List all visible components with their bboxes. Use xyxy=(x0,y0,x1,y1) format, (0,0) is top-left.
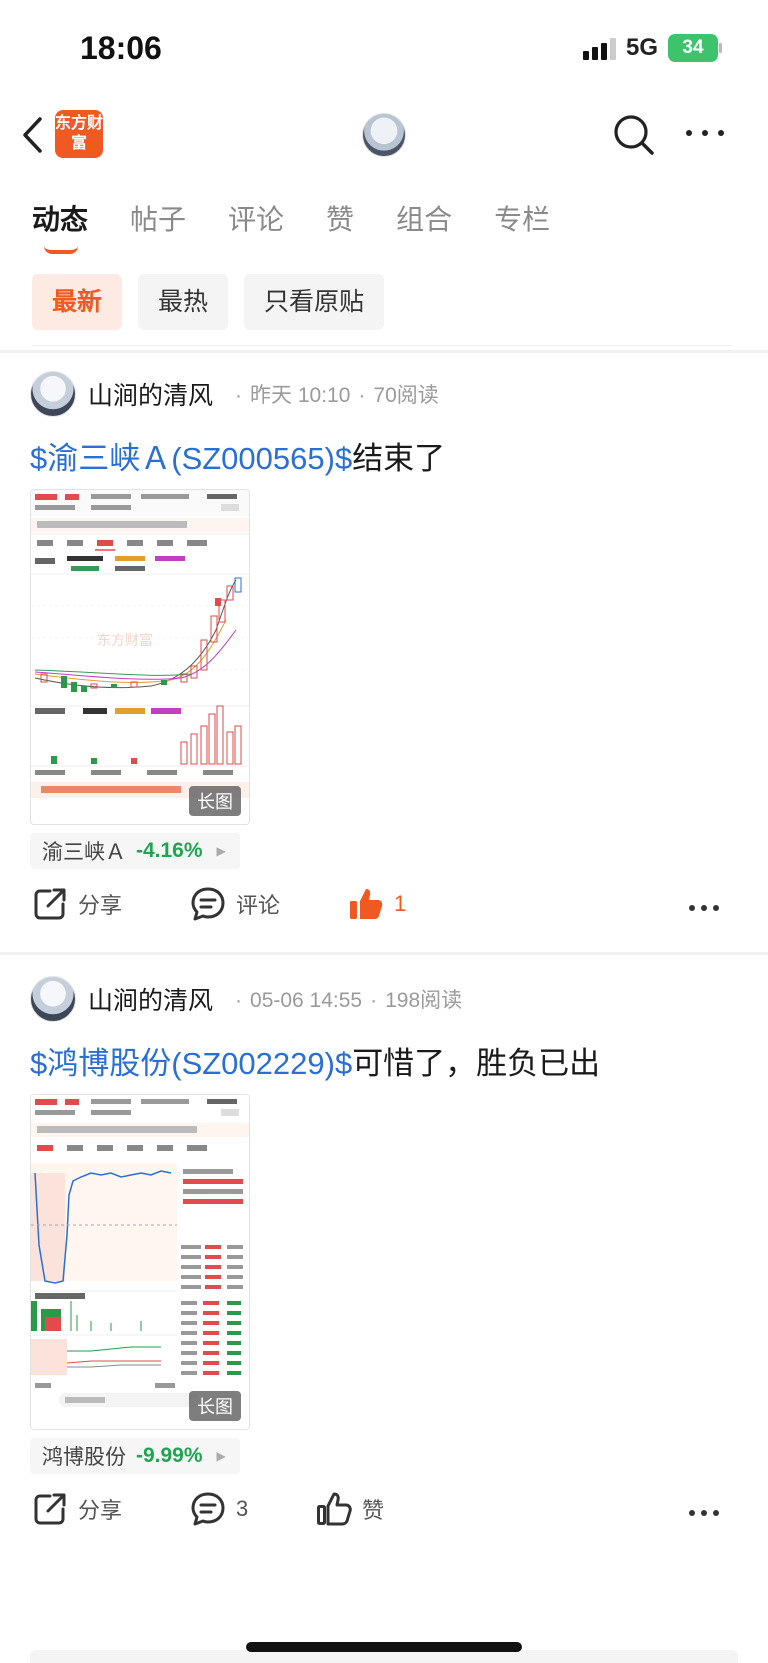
intraday-chart-thumbnail xyxy=(31,1095,249,1429)
stock-name: 渝三峡Ａ xyxy=(42,841,126,864)
post-meta: · 05-06 14:55 · 198阅读 xyxy=(235,989,463,1012)
share-button[interactable]: 分享 xyxy=(32,1491,122,1527)
status-indicators: 5G 34 xyxy=(582,34,722,62)
more-options-icon[interactable] xyxy=(688,904,720,912)
chevron-right-icon: ▶ xyxy=(216,1449,226,1463)
filter-latest[interactable]: 最新 xyxy=(32,274,123,330)
battery-icon: 34 xyxy=(668,34,722,62)
stock-tag-link[interactable]: $渝三峡Ａ(SZ000565)$ xyxy=(30,441,352,476)
share-icon xyxy=(34,888,66,920)
share-label: 分享 xyxy=(78,1498,123,1523)
thumbs-up-icon xyxy=(350,889,383,919)
post-actions: 分享 评论 1 xyxy=(0,886,768,936)
read-count: 198阅读 xyxy=(385,989,463,1012)
tab-posts[interactable]: 帖子 xyxy=(130,198,186,238)
home-indicator[interactable] xyxy=(246,1642,522,1652)
post-text: 结束了 xyxy=(352,441,446,476)
signal-icon xyxy=(582,36,616,60)
post-image[interactable]: 长图 xyxy=(30,1094,250,1430)
post-time: 05-06 14:55 xyxy=(250,989,363,1012)
post-title[interactable]: $渝三峡Ａ(SZ000565)$结束了 xyxy=(30,433,445,478)
avatar[interactable] xyxy=(30,371,76,417)
network-type: 5G xyxy=(625,34,658,61)
comment-button[interactable]: 评论 xyxy=(190,886,280,922)
back-icon[interactable] xyxy=(20,115,46,155)
profile-avatar[interactable] xyxy=(362,113,406,157)
post-actions: 分享 3 赞 xyxy=(0,1491,768,1541)
comment-label: 评论 xyxy=(236,893,281,918)
search-icon[interactable] xyxy=(612,113,656,157)
share-icon xyxy=(34,1493,66,1525)
long-image-badge: 长图 xyxy=(189,786,241,816)
like-count: 1 xyxy=(394,891,407,916)
nav-bar: 东方财富 xyxy=(0,105,768,165)
divider xyxy=(0,952,768,955)
like-label: 赞 xyxy=(362,1498,385,1523)
post-title[interactable]: $鸿博股份(SZ002229)$可惜了，胜负已出 xyxy=(30,1038,600,1083)
post-text: 可惜了，胜负已出 xyxy=(352,1046,601,1081)
stock-change: -4.16% xyxy=(136,839,203,862)
kline-chart-thumbnail: 东方财富 xyxy=(31,490,249,824)
author-name[interactable]: 山涧的清风 xyxy=(88,376,213,412)
status-bar: 18:06 5G 34 xyxy=(0,0,768,100)
comment-icon xyxy=(191,1492,225,1526)
more-icon[interactable] xyxy=(683,123,727,143)
filter-bar: 最新 最热 只看原贴 xyxy=(32,274,385,330)
like-button[interactable]: 1 xyxy=(348,886,406,922)
stock-change: -9.99% xyxy=(136,1444,203,1467)
tab-portfolio[interactable]: 组合 xyxy=(396,198,452,238)
post-header: 山涧的清风 · 05-06 14:55 · 198阅读 xyxy=(30,976,462,1022)
tab-likes[interactable]: 赞 xyxy=(326,198,354,238)
tab-comments[interactable]: 评论 xyxy=(228,198,284,238)
author-name[interactable]: 山涧的清风 xyxy=(88,981,213,1017)
post-card[interactable]: 山涧的清风 · 05-06 14:55 · 198阅读 $鸿博股份(SZ002229)… xyxy=(0,976,768,1576)
read-count: 70阅读 xyxy=(373,384,439,407)
comment-count: 3 xyxy=(236,1496,249,1521)
status-time: 18:06 xyxy=(80,30,162,66)
avatar[interactable] xyxy=(30,976,76,1022)
chevron-right-icon: ▶ xyxy=(216,844,226,858)
filter-hottest[interactable]: 最热 xyxy=(138,274,229,330)
stock-chip[interactable]: 鸿博股份 -9.99% ▶ xyxy=(30,1438,240,1474)
tab-column[interactable]: 专栏 xyxy=(494,198,550,238)
post-meta: · 昨天 10:10 · 70阅读 xyxy=(235,384,439,407)
comment-icon xyxy=(191,887,225,921)
post-time: 昨天 10:10 xyxy=(250,384,351,407)
long-image-badge: 长图 xyxy=(189,1391,241,1421)
like-button[interactable]: 赞 xyxy=(316,1491,384,1527)
divider xyxy=(0,350,768,353)
stock-chip[interactable]: 渝三峡Ａ -4.16% ▶ xyxy=(30,833,240,869)
tab-dynamic[interactable]: 动态 xyxy=(32,198,88,254)
filter-original-only[interactable]: 只看原贴 xyxy=(244,274,385,330)
share-label: 分享 xyxy=(78,893,123,918)
divider xyxy=(32,345,732,346)
stock-name: 鸿博股份 xyxy=(42,1446,126,1469)
post-header: 山涧的清风 · 昨天 10:10 · 70阅读 xyxy=(30,371,439,417)
comment-button[interactable]: 3 xyxy=(190,1491,248,1527)
share-button[interactable]: 分享 xyxy=(32,886,122,922)
stock-tag-link[interactable]: $鸿博股份(SZ002229)$ xyxy=(30,1046,352,1081)
more-options-icon[interactable] xyxy=(688,1509,720,1517)
post-card[interactable]: 山涧的清风 · 昨天 10:10 · 70阅读 $渝三峡Ａ(SZ000565)$结束了… xyxy=(0,371,768,951)
post-image[interactable]: 东方财富 长图 xyxy=(30,489,250,825)
app-logo[interactable]: 东方财富 xyxy=(55,110,103,158)
svg-text:东方财富: 东方财富 xyxy=(97,632,153,649)
profile-tabs: 动态 帖子 评论 赞 组合 专栏 xyxy=(32,198,550,254)
tab-indicator xyxy=(44,246,78,254)
thumbs-up-icon xyxy=(317,1492,352,1526)
